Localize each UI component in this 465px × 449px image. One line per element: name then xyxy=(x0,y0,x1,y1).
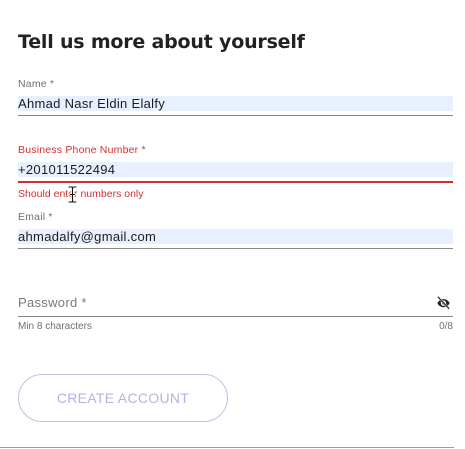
name-input[interactable]: Ahmad Nasr Eldin Elalfy xyxy=(18,96,453,111)
email-underline xyxy=(18,248,453,249)
phone-field[interactable]: Business Phone Number * +201011522494 Sh… xyxy=(18,144,453,204)
password-underline xyxy=(18,316,453,317)
bottom-divider xyxy=(0,447,454,448)
email-input[interactable]: ahmadalfy@gmail.com xyxy=(18,229,453,244)
eye-off-icon[interactable] xyxy=(436,295,451,310)
page-title: Tell us more about yourself xyxy=(18,31,305,53)
create-account-button[interactable]: CREATE ACCOUNT xyxy=(18,374,228,422)
name-label: Name * xyxy=(18,78,55,90)
email-field[interactable]: Email * ahmadalfy@gmail.com xyxy=(18,211,453,251)
text-cursor-icon xyxy=(68,186,77,203)
password-field[interactable]: Password * Min 8 characters 0/8 xyxy=(18,295,453,335)
password-input[interactable]: Password * xyxy=(18,295,87,310)
password-hint: Min 8 characters xyxy=(18,321,92,332)
email-label: Email * xyxy=(18,211,53,223)
phone-underline xyxy=(18,181,453,183)
phone-label: Business Phone Number * xyxy=(18,144,146,156)
name-field[interactable]: Name * Ahmad Nasr Eldin Elalfy xyxy=(18,78,453,118)
phone-error-message: Should enter numbers only xyxy=(18,188,144,200)
name-underline xyxy=(18,115,453,116)
phone-input[interactable]: +201011522494 xyxy=(18,162,453,177)
password-char-counter: 0/8 xyxy=(439,321,453,332)
